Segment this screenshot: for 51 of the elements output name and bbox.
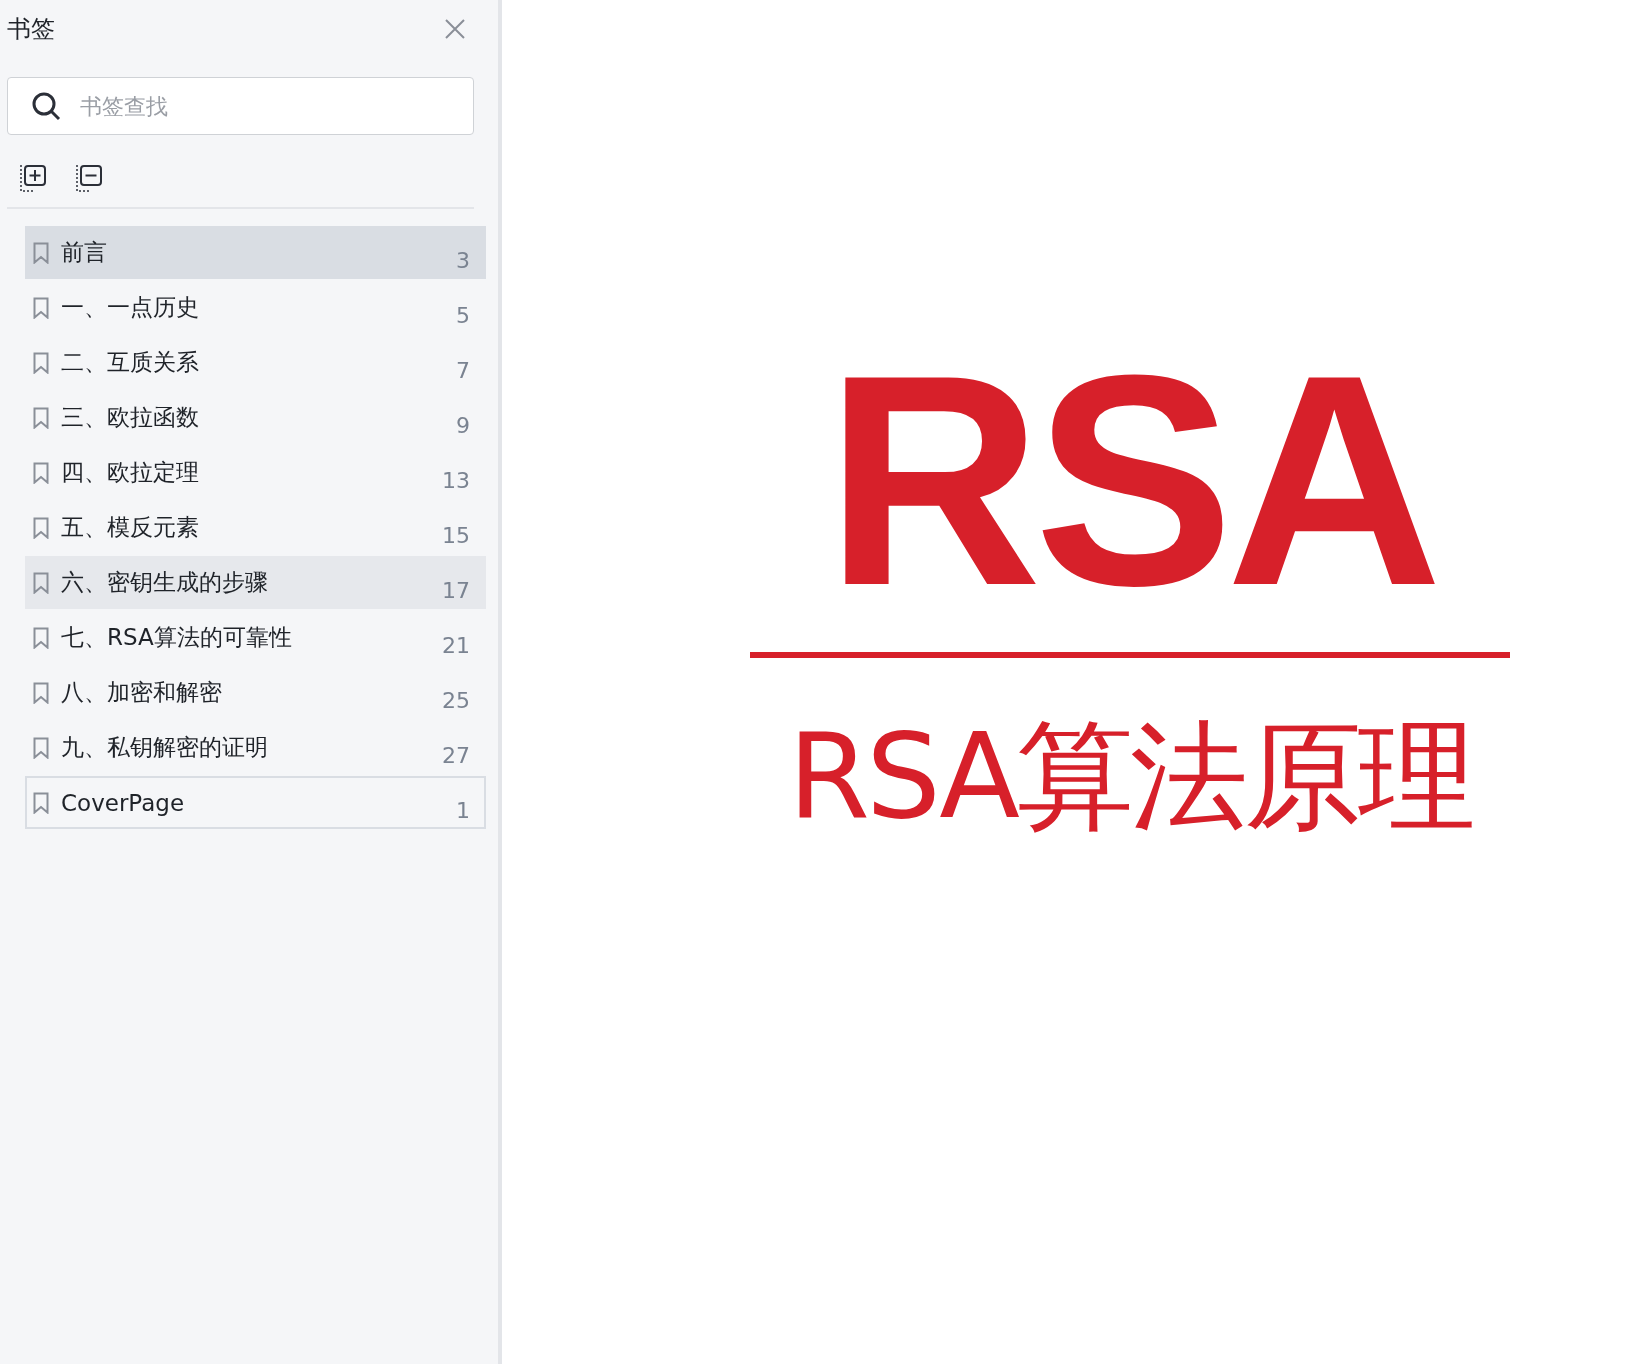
panel-title: 书签: [7, 14, 55, 45]
document-title: RSA算法原理: [787, 706, 1473, 847]
bookmark-icon: [33, 681, 49, 704]
bookmark-item[interactable]: 八、加密和解密 25: [25, 666, 486, 719]
bookmark-icon: [33, 516, 49, 539]
page-number: 27: [442, 743, 470, 770]
close-icon[interactable]: [444, 18, 466, 40]
page-number: 1: [456, 798, 470, 825]
bookmark-label: 三、欧拉函数: [61, 403, 200, 432]
page-number: 15: [442, 523, 470, 550]
bookmark-label: 八、加密和解密: [61, 678, 223, 707]
bookmark-label: 二、互质关系: [61, 348, 200, 377]
bookmark-label: 九、私钥解密的证明: [61, 733, 269, 762]
bookmark-icon: [33, 461, 49, 484]
bookmark-label: 前言: [61, 238, 108, 267]
page-number: 13: [442, 468, 470, 495]
page-number: 5: [456, 303, 470, 330]
page-number: 21: [442, 633, 470, 660]
bookmark-icon: [33, 241, 49, 264]
collapse-all-icon[interactable]: [75, 163, 105, 193]
page-number: 25: [442, 688, 470, 715]
bookmark-item[interactable]: 五、模反元素 15: [25, 501, 486, 554]
bookmark-label: 五、模反元素: [61, 513, 200, 542]
bookmark-icon: [33, 736, 49, 759]
logo-text: RSA: [824, 330, 1436, 630]
page-number: 7: [456, 358, 470, 385]
bookmark-icon: [33, 626, 49, 649]
bookmark-item[interactable]: 四、欧拉定理 13: [25, 446, 486, 499]
bookmark-label: 四、欧拉定理: [61, 458, 200, 487]
bookmark-item[interactable]: 一、一点历史 5: [25, 281, 486, 334]
bookmark-item[interactable]: 九、私钥解密的证明 27: [25, 721, 486, 774]
bookmark-icon: [33, 571, 49, 594]
bookmark-item[interactable]: 三、欧拉函数 9: [25, 391, 486, 444]
bookmark-label: 六、密钥生成的步骤: [61, 568, 269, 597]
bookmark-icon: [33, 791, 49, 814]
page-number: 17: [442, 578, 470, 605]
bookmark-item[interactable]: CoverPage 1: [25, 776, 486, 829]
bookmark-icon: [33, 406, 49, 429]
bookmark-icon: [33, 351, 49, 374]
bookmark-label: CoverPage: [61, 789, 186, 816]
page-number: 3: [456, 248, 470, 275]
bookmark-label: 一、一点历史: [61, 293, 200, 322]
bookmark-item[interactable]: 六、密钥生成的步骤 17: [25, 556, 486, 609]
bookmark-item[interactable]: 前言 3: [25, 226, 486, 279]
bookmark-item[interactable]: 二、互质关系 7: [25, 336, 486, 389]
search-field[interactable]: 书签查找: [7, 77, 474, 135]
bookmark-icon: [33, 296, 49, 319]
bookmark-label: 七、RSA算法的可靠性: [61, 623, 293, 652]
bookmark-item[interactable]: 七、RSA算法的可靠性 21: [25, 611, 486, 664]
expand-all-icon[interactable]: [19, 163, 49, 193]
page-number: 9: [456, 413, 470, 440]
